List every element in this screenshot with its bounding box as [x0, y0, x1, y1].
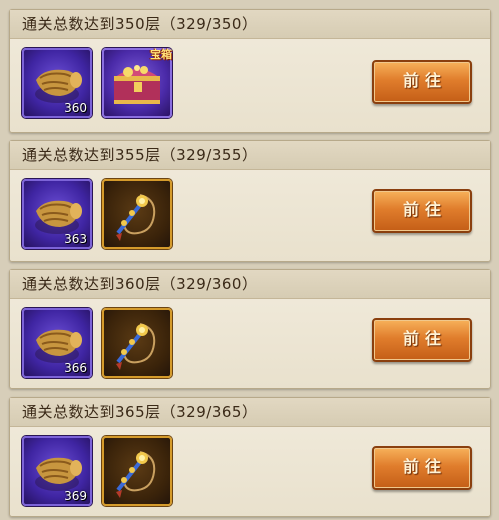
task-title: 通关总数达到355层（329/355）: [10, 141, 490, 170]
item-count: 360: [64, 101, 87, 115]
reward-item-slot[interactable]: [102, 179, 172, 249]
item-count: 363: [64, 232, 87, 246]
reward-item-slot[interactable]: 360: [22, 48, 92, 118]
chest-badge: 宝箱: [150, 48, 172, 61]
go-button[interactable]: 前往: [372, 60, 472, 104]
item-count: 369: [64, 489, 87, 503]
go-button[interactable]: 前往: [372, 318, 472, 362]
jade-pendant-icon: [116, 323, 156, 370]
reward-item-slot[interactable]: 366: [22, 308, 92, 378]
reward-item-slot[interactable]: 369: [22, 436, 92, 506]
go-button[interactable]: 前往: [372, 189, 472, 233]
task-title: 通关总数达到350层（329/350）: [10, 10, 490, 39]
go-button[interactable]: 前往: [372, 446, 472, 490]
jade-pendant-icon: [116, 451, 156, 498]
reward-item-slot[interactable]: 宝箱: [102, 48, 172, 118]
reward-item-slot[interactable]: 363: [22, 179, 92, 249]
jade-pendant-icon: [116, 194, 156, 241]
task-title: 通关总数达到365层（329/365）: [10, 398, 490, 427]
task-card: 通关总数达到350层（329/350） 360 宝箱 前往: [9, 9, 491, 133]
task-list: 通关总数达到350层（329/350） 360 宝箱 前往 通关总数达到355层…: [0, 0, 499, 520]
task-title: 通关总数达到360层（329/360）: [10, 270, 490, 299]
item-count: 366: [64, 361, 87, 375]
task-card: 通关总数达到355层（329/355） 363 前往: [9, 140, 491, 262]
task-card: 通关总数达到360层（329/360） 366 前往: [9, 269, 491, 389]
task-card: 通关总数达到365层（329/365） 369 前往: [9, 397, 491, 517]
reward-item-slot[interactable]: [102, 308, 172, 378]
reward-item-slot[interactable]: [102, 436, 172, 506]
